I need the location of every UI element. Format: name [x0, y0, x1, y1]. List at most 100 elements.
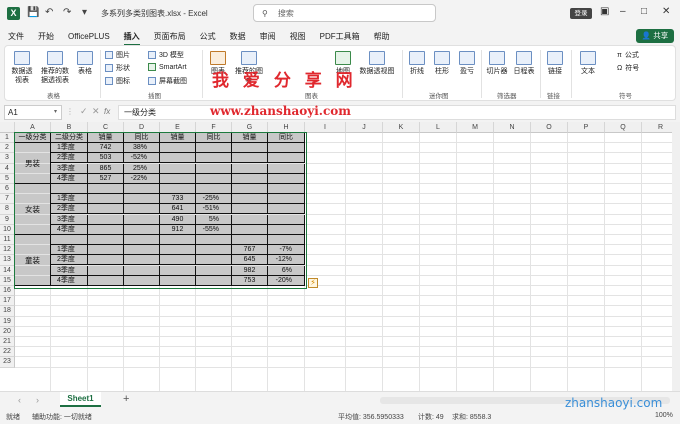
row-header-16[interactable]: 16 — [0, 286, 15, 297]
table-cell[interactable] — [196, 245, 232, 256]
timeline-button[interactable]: 日程表 — [512, 51, 536, 76]
row-header-8[interactable]: 8 — [0, 204, 15, 215]
table-header-cell[interactable]: 一级分类 — [15, 133, 51, 143]
column-header-b[interactable]: B — [51, 122, 88, 133]
sales-cell[interactable]: 753 — [232, 275, 268, 286]
row-header-20[interactable]: 20 — [0, 326, 15, 337]
table-cell[interactable] — [88, 194, 124, 205]
table-cell[interactable] — [160, 173, 196, 184]
undo-icon[interactable]: ↶ — [45, 7, 53, 18]
table-cell[interactable] — [232, 235, 268, 245]
pivot-chart-button[interactable]: 数据透视图 — [357, 51, 397, 76]
column-header-f[interactable]: F — [196, 122, 232, 133]
row-header-11[interactable]: 11 — [0, 235, 15, 246]
cancel-icon[interactable]: ✕ — [92, 106, 100, 117]
table-header-cell[interactable]: 同比 — [124, 133, 160, 143]
yoy-cell[interactable]: 6% — [268, 265, 305, 276]
menu-view[interactable]: 视图 — [290, 31, 306, 42]
column-header-q[interactable]: Q — [605, 122, 642, 133]
sales-cell[interactable]: 767 — [232, 245, 268, 256]
recommended-pivot-button[interactable]: 推荐的数据透视表 — [39, 51, 71, 85]
row-header-17[interactable]: 17 — [0, 296, 15, 307]
menu-formulas[interactable]: 公式 — [200, 31, 216, 42]
row-header-9[interactable]: 9 — [0, 214, 15, 225]
sales-cell[interactable]: 865 — [88, 163, 124, 174]
close-icon[interactable]: ✕ — [662, 6, 670, 17]
customize-qat-icon[interactable]: ▾ — [82, 7, 87, 18]
yoy-cell[interactable]: -7% — [268, 245, 305, 256]
column-header-j[interactable]: J — [346, 122, 383, 133]
quarter-cell[interactable]: 2季度 — [51, 204, 88, 215]
menu-home[interactable]: 开始 — [38, 31, 54, 42]
quarter-cell[interactable]: 4季度 — [51, 275, 88, 286]
row-header-12[interactable]: 12 — [0, 245, 15, 256]
status-zoom[interactable]: 100% — [655, 412, 673, 419]
table-cell[interactable] — [124, 224, 160, 235]
table-header-cell[interactable]: 同比 — [268, 133, 305, 143]
insert-function-icon[interactable]: fx — [104, 107, 110, 116]
table-cell[interactable] — [160, 265, 196, 276]
table-cell[interactable] — [88, 184, 124, 194]
ribbon-options-icon[interactable]: ▣ — [600, 6, 609, 17]
row-header-7[interactable]: 7 — [0, 194, 15, 205]
table-cell[interactable] — [232, 214, 268, 225]
table-cell[interactable] — [124, 245, 160, 256]
quarter-cell[interactable]: 3季度 — [51, 214, 88, 225]
link-button[interactable]: 链接 — [545, 51, 565, 76]
pivot-table-button[interactable]: 数据透视表 — [9, 51, 35, 85]
quick-analysis-icon[interactable]: ⚡ — [308, 278, 318, 288]
3d-model-button[interactable]: 3D 模型 — [148, 50, 184, 60]
quarter-cell[interactable]: 4季度 — [51, 173, 88, 184]
quarter-cell[interactable]: 4季度 — [51, 224, 88, 235]
table-cell[interactable] — [88, 235, 124, 245]
table-cell[interactable] — [196, 265, 232, 276]
quarter-cell[interactable]: 3季度 — [51, 265, 88, 276]
row-header-18[interactable]: 18 — [0, 306, 15, 317]
column-header-d[interactable]: D — [124, 122, 160, 133]
table-button[interactable]: 表格 — [75, 51, 95, 76]
table-cell[interactable] — [196, 153, 232, 164]
table-cell[interactable] — [268, 153, 305, 164]
status-accessibility[interactable]: 辅助功能: 一切就绪 — [32, 412, 92, 422]
equation-button[interactable]: π 公式 — [617, 50, 639, 60]
table-cell[interactable] — [88, 204, 124, 215]
smartart-button[interactable]: SmartArt — [148, 63, 187, 71]
yoy-cell[interactable]: 25% — [124, 163, 160, 174]
table-header-cell[interactable]: 二级分类 — [51, 133, 88, 143]
redo-icon[interactable]: ↷ — [63, 7, 71, 18]
table-cell[interactable] — [268, 204, 305, 215]
table-cell[interactable] — [88, 255, 124, 266]
select-all-corner[interactable] — [0, 122, 15, 133]
menu-officeplus[interactable]: OfficePLUS — [68, 32, 110, 41]
table-cell[interactable] — [268, 173, 305, 184]
yoy-cell[interactable]: 38% — [124, 143, 160, 154]
row-header-10[interactable]: 10 — [0, 224, 15, 235]
column-header-n[interactable]: N — [494, 122, 531, 133]
yoy-cell[interactable]: -25% — [196, 194, 232, 205]
table-cell[interactable] — [51, 235, 88, 245]
column-header-l[interactable]: L — [420, 122, 457, 133]
menu-data[interactable]: 数据 — [230, 31, 246, 42]
table-cell[interactable] — [232, 194, 268, 205]
table-cell[interactable] — [196, 173, 232, 184]
table-cell[interactable] — [88, 245, 124, 256]
table-header-cell[interactable]: 同比 — [196, 133, 232, 143]
slicer-button[interactable]: 切片器 — [485, 51, 509, 76]
table-cell[interactable] — [160, 275, 196, 286]
table-header-cell[interactable]: 销量 — [88, 133, 124, 143]
sales-cell[interactable]: 733 — [160, 194, 196, 205]
row-header-14[interactable]: 14 — [0, 265, 15, 276]
table-cell[interactable] — [160, 153, 196, 164]
column-header-c[interactable]: C — [88, 122, 124, 133]
quarter-cell[interactable]: 2季度 — [51, 153, 88, 164]
sparkline-column-button[interactable]: 柱形 — [432, 51, 452, 76]
sales-cell[interactable]: 912 — [160, 224, 196, 235]
table-cell[interactable] — [268, 194, 305, 205]
table-cell[interactable] — [160, 163, 196, 174]
row-header-15[interactable]: 15 — [0, 275, 15, 286]
row-header-13[interactable]: 13 — [0, 255, 15, 266]
maximize-icon[interactable]: □ — [641, 6, 647, 17]
column-header-i[interactable]: I — [305, 122, 346, 133]
table-cell[interactable] — [196, 163, 232, 174]
row-header-2[interactable]: 2 — [0, 143, 15, 154]
